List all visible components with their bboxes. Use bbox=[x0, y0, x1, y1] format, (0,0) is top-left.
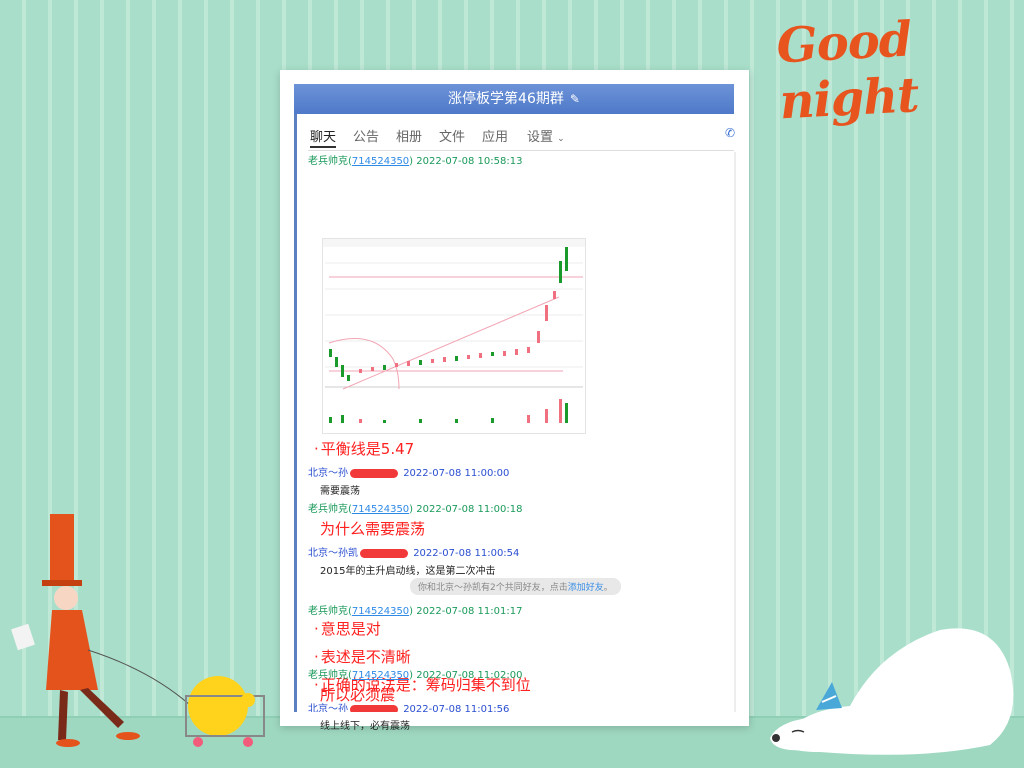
message-text: 为什么需要震荡 bbox=[320, 520, 426, 538]
friend-suggestion-notice: 你和北京～孙凯有2个共同好友，点击添加好友。 bbox=[410, 578, 621, 595]
tab-announcements[interactable]: 公告 bbox=[353, 126, 379, 145]
message-header: 老兵帅克(714524350) 2022-07-08 11:00:18 bbox=[308, 504, 523, 515]
sender-name[interactable]: 北京～孙凯 bbox=[308, 548, 358, 559]
chevron-down-icon: ⌄ bbox=[557, 134, 565, 144]
redaction-mark bbox=[360, 548, 408, 558]
message-time: 2022-07-08 11:01:17 bbox=[416, 606, 523, 617]
panel-accent-bar bbox=[294, 86, 297, 712]
sender-name[interactable]: 北京～孙 bbox=[308, 704, 348, 712]
boy-illustration bbox=[11, 514, 265, 747]
tab-album[interactable]: 相册 bbox=[396, 126, 422, 145]
redaction-mark bbox=[350, 704, 398, 712]
tab-chat[interactable]: 聊天 bbox=[310, 126, 337, 148]
chat-panel: 涨停板学第46期群 ✎ 聊天 公告 相册 文件 应用 设置 ⌄ ✆ 老兵帅克(71… bbox=[280, 70, 749, 732]
add-friend-link[interactable]: 添加好友 bbox=[568, 583, 604, 593]
sender-qq-link[interactable]: 714524350 bbox=[352, 504, 409, 515]
message-time: 2022-07-08 10:58:13 bbox=[416, 156, 523, 167]
sender-qq-link[interactable]: 714524350 bbox=[352, 606, 409, 617]
sender-name[interactable]: 老兵帅克 bbox=[308, 670, 348, 681]
message-text: 2015年的主升启动线，这是第二次冲击 bbox=[320, 566, 496, 577]
tab-bar: 聊天 公告 相册 文件 应用 设置 ⌄ bbox=[308, 126, 728, 152]
message-text: 需要震荡 bbox=[320, 486, 360, 497]
stock-chart-svg bbox=[323, 239, 585, 423]
sender-name[interactable]: 老兵帅克 bbox=[308, 606, 348, 617]
message-list[interactable]: 老兵帅克(714524350) 2022-07-08 10:58:13 · 平衡… bbox=[308, 152, 732, 712]
redaction-mark bbox=[350, 468, 398, 478]
message-text: · 平衡线是5.47 bbox=[314, 440, 415, 458]
message-header: 老兵帅克(714524350) 2022-07-08 10:58:13 bbox=[308, 156, 523, 167]
good-night-headline: Good night bbox=[775, 11, 920, 131]
tab-settings[interactable]: 设置 ⌄ bbox=[527, 126, 565, 145]
sender-qq-link[interactable]: 714524350 bbox=[352, 156, 409, 167]
message-header: 北京～孙凯 2022-07-08 11:00:54 bbox=[308, 544, 519, 559]
message-time: 2022-07-08 11:00:18 bbox=[416, 504, 523, 515]
message-text: · 表述是不清晰 bbox=[314, 648, 411, 666]
message-header: 老兵帅克(714524350) 2022-07-08 11:02:00 bbox=[308, 670, 523, 681]
message-text: 所以必须震 bbox=[320, 686, 396, 704]
sender-name[interactable]: 老兵帅克 bbox=[308, 504, 348, 515]
phone-icon[interactable]: ✆ bbox=[725, 126, 735, 140]
sender-qq-link[interactable]: 714524350 bbox=[352, 670, 409, 681]
message-time: 2022-07-08 11:01:56 bbox=[403, 704, 510, 712]
message-header: 老兵帅克(714524350) 2022-07-08 11:01:17 bbox=[308, 606, 523, 617]
message-time: 2022-07-08 11:00:00 bbox=[403, 468, 510, 479]
group-title: 涨停板学第46期群 bbox=[448, 91, 564, 107]
tab-divider bbox=[308, 150, 734, 151]
message-text: · 意思是对 bbox=[314, 620, 381, 638]
message-header: 北京～孙 2022-07-08 11:00:00 bbox=[308, 464, 509, 479]
message-time: 2022-07-08 11:00:54 bbox=[413, 548, 520, 559]
edit-icon[interactable]: ✎ bbox=[570, 92, 580, 106]
sender-name[interactable]: 北京～孙 bbox=[308, 468, 348, 479]
stock-chart-image[interactable] bbox=[322, 238, 586, 434]
scrollbar[interactable] bbox=[734, 152, 736, 712]
tab-files[interactable]: 文件 bbox=[439, 126, 465, 145]
message-text: 线上线下，必有震荡 bbox=[320, 721, 410, 732]
tab-apps[interactable]: 应用 bbox=[482, 126, 508, 145]
polar-bear-illustration bbox=[770, 628, 1014, 755]
sender-name[interactable]: 老兵帅克 bbox=[308, 156, 348, 167]
message-time: 2022-07-08 11:02:00 bbox=[416, 670, 523, 681]
chat-title-bar[interactable]: 涨停板学第46期群 ✎ bbox=[294, 84, 734, 114]
